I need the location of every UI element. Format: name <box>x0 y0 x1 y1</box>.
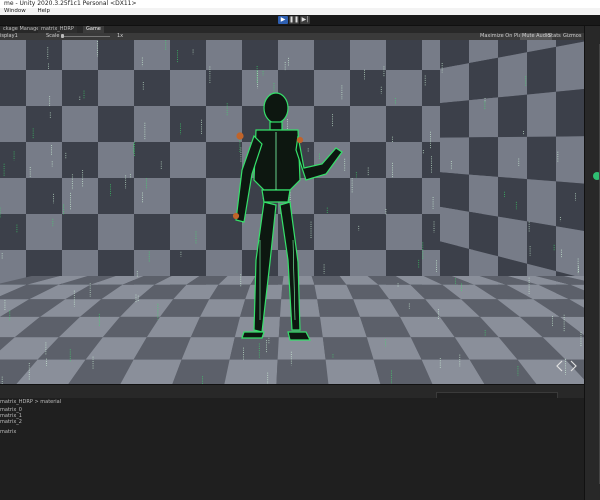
step-button[interactable]: ▶| <box>300 16 310 24</box>
project-breadcrumb[interactable]: matrix_HDRP > material <box>0 399 61 405</box>
project-panel: matrix_HDRP > material matrix_0 matrix_1… <box>0 398 584 500</box>
asset-item[interactable]: matrix_2 <box>0 419 22 425</box>
step-icon: ▶| <box>301 16 309 23</box>
tab-matrix-hdrp-label: matrix_HDRP <box>41 26 74 32</box>
menu-window[interactable]: Window <box>4 8 26 14</box>
stats-toggle[interactable]: Stats <box>548 33 561 40</box>
display-dropdown[interactable]: isplay1 <box>0 33 18 40</box>
project-toolbar <box>0 384 584 399</box>
maximize-on-play-toggle[interactable]: Maximize On Play <box>480 33 524 40</box>
inspector-panel <box>584 26 600 500</box>
editor-tab-strip: ckage Manager matrix_HDRP Game <box>0 26 584 33</box>
tab-matrix-hdrp[interactable]: matrix_HDRP <box>38 26 77 33</box>
game-view-toolbar: isplay1 Scale 1x Maximize On Play Mute A… <box>0 33 584 40</box>
menu-help[interactable]: Help <box>37 8 50 14</box>
main-toolbar: ▶ ❚❚ ▶| <box>0 15 600 26</box>
tab-package-manager-label: ckage Manager <box>3 26 42 32</box>
scale-slider[interactable] <box>62 36 110 37</box>
tab-game-label: Game <box>86 26 101 32</box>
asset-item[interactable]: matrix <box>0 429 16 435</box>
pause-button[interactable]: ❚❚ <box>289 16 299 24</box>
scale-slider-handle[interactable] <box>61 34 64 38</box>
window-title: me - Unity 2020.3.25f1c1 Personal <DX11> <box>4 0 137 7</box>
pause-icon: ❚❚ <box>289 16 300 23</box>
play-icon: ▶ <box>280 16 286 23</box>
menu-bar: Window Help <box>0 8 600 15</box>
scale-label: Scale <box>46 33 60 39</box>
game-scene-render <box>0 40 584 384</box>
game-view[interactable] <box>0 40 584 384</box>
window-titlebar: me - Unity 2020.3.25f1c1 Personal <DX11> <box>0 0 600 8</box>
gizmos-toggle[interactable]: Gizmos <box>563 33 581 40</box>
play-button[interactable]: ▶ <box>278 16 288 24</box>
scale-value: 1x <box>117 33 124 39</box>
tab-game[interactable]: Game <box>83 26 104 33</box>
